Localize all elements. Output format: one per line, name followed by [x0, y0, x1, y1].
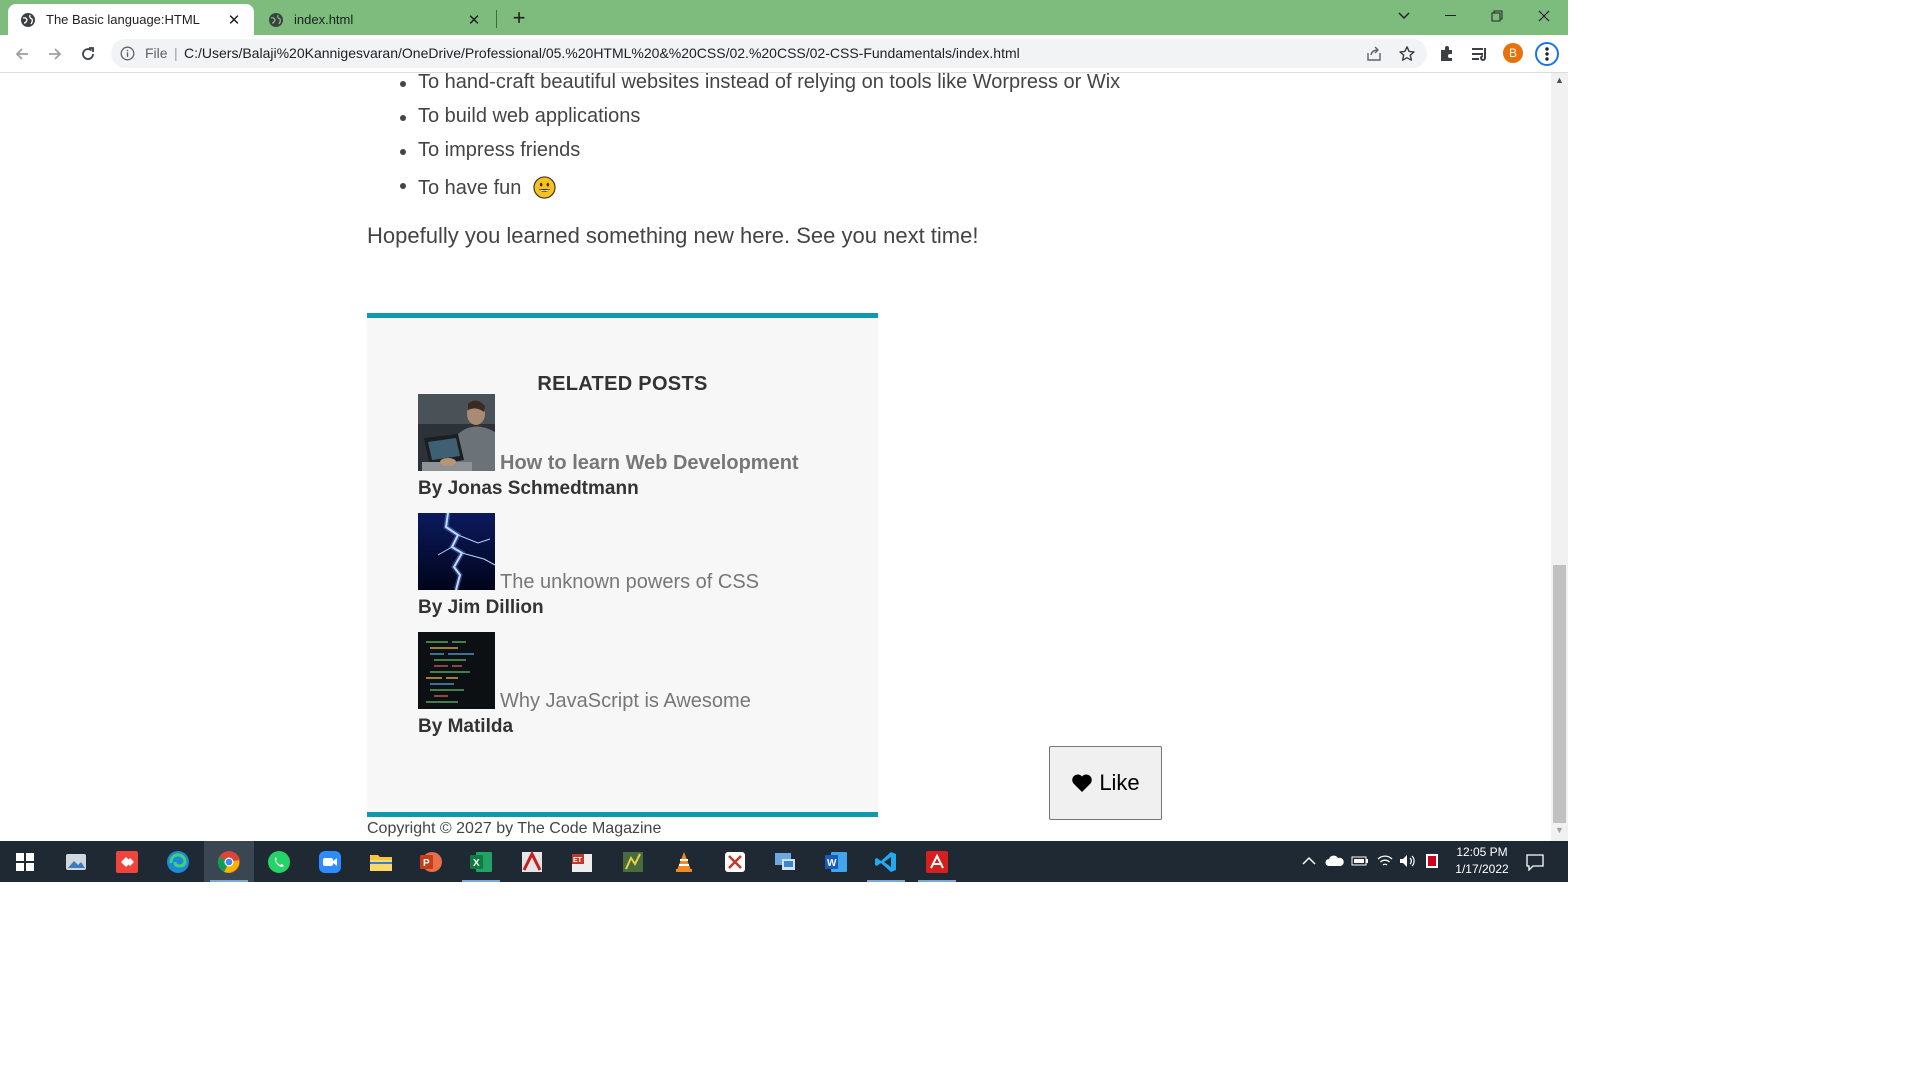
whatsapp-app-icon[interactable]	[254, 841, 304, 882]
extensions-puzzle-icon[interactable]	[1437, 44, 1457, 64]
volume-icon[interactable]	[1399, 854, 1417, 868]
excel-app-icon[interactable]: X	[456, 841, 506, 882]
list-item: To build web applications	[398, 103, 1120, 137]
bookmark-star-icon[interactable]	[1398, 45, 1416, 63]
footer-divider	[367, 812, 878, 817]
powerpoint-app-icon[interactable]: P	[406, 841, 456, 882]
windows-taskbar: P X ET W 12:05 PM 1/17/2022	[0, 841, 1568, 882]
url-text[interactable]: C:/Users/Balaji%20Kannigesvaran/OneDrive…	[184, 45, 1020, 61]
related-post-title[interactable]: Why JavaScript is Awesome	[500, 690, 751, 713]
svg-text:ET: ET	[573, 857, 583, 864]
tab-separator	[496, 10, 497, 28]
scroll-down-arrow-icon[interactable]: ▼	[1551, 825, 1568, 839]
code-screen-photo	[418, 632, 495, 709]
browser-toolbar: File | C:/Users/Balaji%20Kannigesvaran/O…	[0, 35, 1568, 73]
related-post-author: By Jonas Schmedtmann	[418, 478, 639, 499]
photos-app-icon[interactable]	[51, 841, 101, 882]
tab-basic-language[interactable]: The Basic language:HTML ✕	[8, 4, 254, 35]
web-page: To hand-craft beautiful websites instead…	[0, 73, 1551, 841]
windows-logo-icon	[16, 852, 34, 871]
related-post-title[interactable]: The unknown powers of CSS	[500, 571, 759, 594]
clock-date: 1/17/2022	[1455, 862, 1509, 876]
active-indicator	[210, 880, 248, 882]
active-indicator	[867, 880, 905, 882]
list-item: To impress friends	[398, 137, 1120, 171]
acrobat-reader-app-icon[interactable]	[507, 841, 557, 882]
start-button[interactable]	[0, 841, 50, 882]
tab-index-html[interactable]: index.html ✕	[256, 4, 494, 35]
back-button[interactable]	[9, 41, 35, 67]
tab-title: index.html	[294, 12, 354, 27]
lightning-photo	[418, 513, 495, 590]
ettercap-app-icon[interactable]: ET	[557, 841, 607, 882]
chevron-up-icon[interactable]	[1302, 856, 1316, 866]
grinning-face-emoji	[533, 176, 556, 199]
info-icon[interactable]	[120, 46, 135, 61]
browser-tab-strip: The Basic language:HTML ✕ index.html ✕ +	[0, 0, 1568, 35]
notifications-icon[interactable]	[1525, 853, 1545, 871]
related-post-title[interactable]: How to learn Web Development	[500, 452, 799, 475]
zoom-app-icon[interactable]	[305, 841, 355, 882]
forward-button[interactable]	[42, 41, 68, 67]
page-scrollbar[interactable]: ▲ ▼	[1551, 73, 1568, 841]
globe-icon	[21, 12, 35, 27]
related-posts-heading: RELATED POSTS	[537, 373, 708, 395]
url-scheme-label: File	[145, 45, 168, 61]
clock-time: 12:05 PM	[1456, 845, 1508, 859]
svg-text:W: W	[827, 858, 837, 869]
related-post-author: By Matilda	[418, 716, 514, 737]
tab-search-icon[interactable]	[1381, 0, 1427, 32]
restore-button[interactable]	[1474, 0, 1520, 32]
svg-text:X: X	[473, 858, 480, 869]
minimize-button[interactable]	[1427, 0, 1473, 32]
person-laptop-photo	[418, 394, 495, 471]
list-item: To hand-craft beautiful websites instead…	[398, 73, 1120, 103]
vscode-app-icon[interactable]	[861, 841, 911, 882]
wifi-icon[interactable]	[1377, 854, 1393, 868]
close-tab-icon[interactable]: ✕	[464, 10, 484, 30]
tab-title: The Basic language:HTML	[46, 12, 200, 27]
closing-paragraph: Hopefully you learned something new here…	[367, 223, 979, 248]
new-tab-button[interactable]: +	[507, 5, 531, 30]
file-explorer-app-icon[interactable]	[356, 841, 406, 882]
address-bar[interactable]: File | C:/Users/Balaji%20Kannigesvaran/O…	[111, 39, 1427, 68]
active-indicator	[918, 880, 956, 882]
remote-desktop-app-icon[interactable]	[760, 841, 810, 882]
anydesk-app-icon[interactable]	[102, 841, 152, 882]
input-indicator-icon[interactable]	[1425, 853, 1439, 869]
reasons-list: To hand-craft beautiful websites instead…	[398, 73, 1120, 205]
share-icon[interactable]	[1365, 45, 1383, 63]
acrobat-app-icon[interactable]	[912, 841, 962, 882]
vlc-app-icon[interactable]	[659, 841, 709, 882]
list-item: To have fun	[398, 171, 1120, 205]
profile-avatar[interactable]: B	[1503, 43, 1523, 63]
word-app-icon[interactable]: W	[811, 841, 861, 882]
reading-list-icon[interactable]	[1470, 44, 1490, 64]
edge-app-icon[interactable]	[153, 841, 203, 882]
like-button[interactable]: Like	[1049, 746, 1162, 820]
copyright-text: Copyright © 2027 by The Code Magazine	[367, 820, 662, 837]
onedrive-cloud-icon[interactable]	[1325, 855, 1345, 867]
menu-kebab-icon[interactable]	[1535, 42, 1559, 66]
taskbar-clock[interactable]: 12:05 PM 1/17/2022	[1447, 844, 1517, 878]
battery-icon[interactable]	[1351, 855, 1369, 867]
close-window-button[interactable]	[1521, 0, 1567, 32]
tool-app-icon[interactable]	[710, 841, 760, 882]
chrome-app-icon[interactable]	[204, 841, 254, 882]
scrollbar-thumb[interactable]	[1553, 565, 1566, 823]
active-indicator	[462, 880, 500, 882]
scroll-up-arrow-icon[interactable]: ▲	[1551, 75, 1568, 89]
heart-icon	[1072, 774, 1093, 792]
like-label: Like	[1099, 770, 1140, 795]
related-posts-section: RELATED POSTS How to learn Web Developme…	[367, 313, 878, 813]
network-tool-app-icon[interactable]	[608, 841, 658, 882]
svg-text:P: P	[423, 858, 430, 869]
related-post-author: By Jim Dillion	[418, 597, 544, 618]
url-divider: |	[174, 45, 178, 61]
close-tab-icon[interactable]: ✕	[224, 10, 244, 30]
globe-icon	[269, 12, 283, 27]
reload-button[interactable]	[75, 41, 101, 67]
